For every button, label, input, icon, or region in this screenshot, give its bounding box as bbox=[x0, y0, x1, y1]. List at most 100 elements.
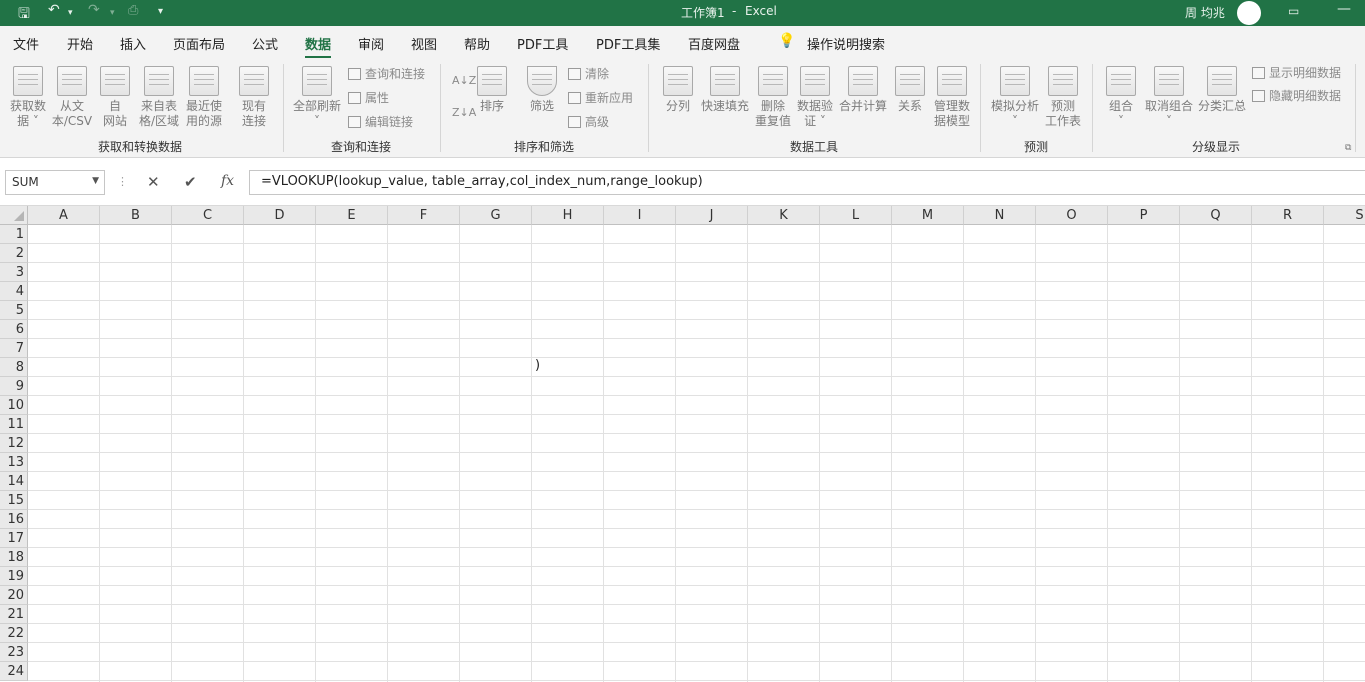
row-header-6[interactable]: 6 bbox=[0, 320, 28, 339]
column-header-s[interactable]: S bbox=[1324, 206, 1365, 225]
tab-pdf-tools[interactable]: PDF工具 bbox=[517, 34, 568, 53]
row-header-12[interactable]: 12 bbox=[0, 434, 28, 453]
queries-connections-button[interactable]: 查询和连接 bbox=[348, 65, 425, 83]
user-name[interactable]: 周 均兆 bbox=[1185, 4, 1225, 21]
column-header-p[interactable]: P bbox=[1108, 206, 1180, 225]
tab-pdf-toolset[interactable]: PDF工具集 bbox=[596, 34, 660, 53]
column-header-o[interactable]: O bbox=[1036, 206, 1108, 225]
select-all-corner[interactable] bbox=[0, 206, 28, 225]
row-header-19[interactable]: 19 bbox=[0, 567, 28, 586]
hide-detail-button[interactable]: 隐藏明细数据 bbox=[1252, 87, 1341, 105]
column-header-m[interactable]: M bbox=[892, 206, 964, 225]
column-header-h[interactable]: H bbox=[532, 206, 604, 225]
row-header-21[interactable]: 21 bbox=[0, 605, 28, 624]
column-header-g[interactable]: G bbox=[460, 206, 532, 225]
from-text-csv-button[interactable]: 从文 本/CSV bbox=[50, 66, 94, 129]
advanced-filter-button[interactable]: 高级 bbox=[568, 113, 609, 131]
worksheet-grid[interactable]: ABCDEFGHIJKLMNOPQRS 1 2 3 4 5 6 7 8 9 10 11 12 13 14 1… bbox=[0, 206, 1365, 682]
row-header-17[interactable]: 17 bbox=[0, 529, 28, 548]
redo-dropdown-icon[interactable]: ▾ bbox=[110, 8, 115, 18]
get-data-button[interactable]: 获取数 据 ˅ bbox=[6, 66, 50, 129]
column-header-r[interactable]: R bbox=[1252, 206, 1324, 225]
consolidate-button[interactable]: 合并计算 bbox=[836, 66, 890, 114]
remove-duplicates-button[interactable]: 删除 重复值 bbox=[752, 66, 794, 129]
row-header-10[interactable]: 10 bbox=[0, 396, 28, 415]
tell-me-search[interactable]: 操作说明搜索 bbox=[807, 34, 885, 53]
tab-insert[interactable]: 插入 bbox=[120, 34, 146, 53]
reapply-button[interactable]: 重新应用 bbox=[568, 89, 633, 107]
column-header-a[interactable]: A bbox=[28, 206, 100, 225]
tab-review[interactable]: 审阅 bbox=[358, 34, 384, 53]
redo-icon[interactable]: ↷ bbox=[88, 2, 100, 18]
tab-view[interactable]: 视图 bbox=[411, 34, 437, 53]
row-header-22[interactable]: 22 bbox=[0, 624, 28, 643]
customize-quick-access-icon[interactable]: ▾ bbox=[158, 6, 163, 17]
data-validation-button[interactable]: 数据验 证 ˅ bbox=[795, 66, 835, 129]
name-box[interactable]: SUM ▼ bbox=[5, 170, 105, 195]
filter-button[interactable]: 筛选 bbox=[524, 66, 560, 114]
row-header-1[interactable]: 1 bbox=[0, 225, 28, 244]
ribbon-display-options-icon[interactable]: ▭ bbox=[1288, 4, 1299, 18]
undo-icon[interactable]: ↶ bbox=[48, 2, 60, 18]
subtotal-button[interactable]: 分类汇总 bbox=[1196, 66, 1248, 114]
tab-data[interactable]: 数据 bbox=[305, 34, 332, 59]
insert-function-icon[interactable]: fx bbox=[221, 173, 234, 189]
row-header-8[interactable]: 8 bbox=[0, 358, 28, 377]
column-header-j[interactable]: J bbox=[676, 206, 748, 225]
column-header-i[interactable]: I bbox=[604, 206, 676, 225]
clear-filter-button[interactable]: 清除 bbox=[568, 65, 609, 83]
from-web-button[interactable]: 自 网站 bbox=[96, 66, 134, 129]
manage-data-model-button[interactable]: 管理数 据模型 bbox=[930, 66, 974, 129]
save-icon[interactable]: 🖫 bbox=[18, 3, 30, 27]
column-header-d[interactable]: D bbox=[244, 206, 316, 225]
tab-help[interactable]: 帮助 bbox=[464, 34, 490, 53]
tab-page-layout[interactable]: 页面布局 bbox=[173, 34, 225, 53]
sort-descending-button[interactable]: Z↓A bbox=[452, 104, 476, 122]
flash-fill-button[interactable]: 快速填充 bbox=[698, 66, 752, 114]
row-header-2[interactable]: 2 bbox=[0, 244, 28, 263]
row-header-23[interactable]: 23 bbox=[0, 643, 28, 662]
tab-baidu-netdisk[interactable]: 百度网盘 bbox=[688, 34, 740, 53]
tab-formulas[interactable]: 公式 bbox=[252, 34, 278, 53]
row-header-7[interactable]: 7 bbox=[0, 339, 28, 358]
text-to-columns-button[interactable]: 分列 bbox=[660, 66, 696, 114]
properties-button[interactable]: 属性 bbox=[348, 89, 389, 107]
cancel-icon[interactable]: ✕ bbox=[147, 173, 160, 191]
sort-ascending-button[interactable]: A↓Z bbox=[452, 72, 476, 90]
relationships-button[interactable]: 关系 bbox=[892, 66, 928, 114]
column-header-c[interactable]: C bbox=[172, 206, 244, 225]
row-header-3[interactable]: 3 bbox=[0, 263, 28, 282]
undo-dropdown-icon[interactable]: ▾ bbox=[68, 8, 73, 18]
formula-input[interactable]: =VLOOKUP(lookup_value, table_array,col_i… bbox=[249, 170, 1365, 195]
dialog-launcher-icon[interactable]: ⧉ bbox=[1345, 143, 1351, 153]
column-header-f[interactable]: F bbox=[388, 206, 460, 225]
column-header-e[interactable]: E bbox=[316, 206, 388, 225]
row-header-9[interactable]: 9 bbox=[0, 377, 28, 396]
tab-file[interactable]: 文件 bbox=[13, 34, 39, 53]
drag-handle-icon[interactable]: ⋮ bbox=[117, 175, 128, 188]
row-header-13[interactable]: 13 bbox=[0, 453, 28, 472]
print-preview-icon[interactable]: ⎙ bbox=[128, 3, 138, 18]
ungroup-button[interactable]: 取消组合 ˅ bbox=[1142, 66, 1196, 129]
recent-sources-button[interactable]: 最近使 用的源 bbox=[182, 66, 226, 129]
edit-links-button[interactable]: 编辑链接 bbox=[348, 113, 413, 131]
minimize-icon[interactable]: — bbox=[1337, 1, 1351, 17]
column-header-b[interactable]: B bbox=[100, 206, 172, 225]
row-header-16[interactable]: 16 bbox=[0, 510, 28, 529]
avatar[interactable] bbox=[1237, 1, 1261, 25]
what-if-analysis-button[interactable]: 模拟分析 ˅ bbox=[988, 66, 1042, 129]
row-header-14[interactable]: 14 bbox=[0, 472, 28, 491]
column-header-q[interactable]: Q bbox=[1180, 206, 1252, 225]
row-header-15[interactable]: 15 bbox=[0, 491, 28, 510]
sort-button[interactable]: 排序 bbox=[474, 66, 510, 114]
column-header-n[interactable]: N bbox=[964, 206, 1036, 225]
column-header-l[interactable]: L bbox=[820, 206, 892, 225]
tab-home[interactable]: 开始 bbox=[67, 34, 93, 53]
row-header-18[interactable]: 18 bbox=[0, 548, 28, 567]
row-header-5[interactable]: 5 bbox=[0, 301, 28, 320]
name-box-dropdown-icon[interactable]: ▼ bbox=[92, 176, 99, 186]
existing-connections-button[interactable]: 现有 连接 bbox=[234, 66, 274, 129]
forecast-sheet-button[interactable]: 预测 工作表 bbox=[1042, 66, 1084, 129]
show-detail-button[interactable]: 显示明细数据 bbox=[1252, 64, 1341, 82]
row-header-4[interactable]: 4 bbox=[0, 282, 28, 301]
